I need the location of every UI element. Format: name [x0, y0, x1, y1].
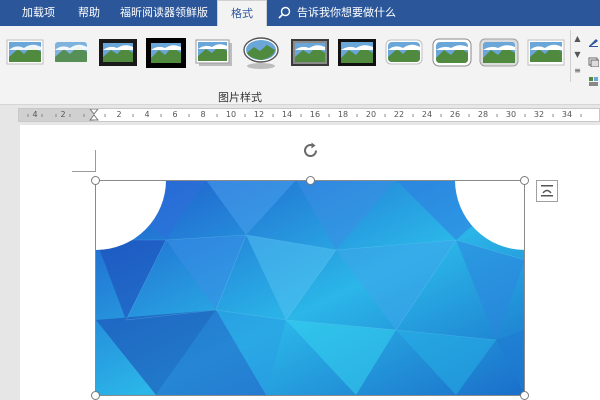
ruler-label: 22 — [393, 110, 405, 119]
picture-style-icon — [291, 39, 329, 66]
resize-handle-top-left[interactable] — [91, 176, 100, 185]
tab-foxit-reader[interactable]: 福昕阅读器领鲜版 — [120, 0, 220, 26]
picture-style-icon — [243, 37, 279, 69]
ruler-label: 12 — [253, 110, 265, 119]
ruler-label: 32 — [533, 110, 545, 119]
resize-handle-top-right[interactable] — [520, 176, 529, 185]
rotate-icon[interactable] — [301, 141, 320, 160]
picture-effects-icon[interactable] — [588, 52, 600, 68]
picture-style-beveled[interactable] — [478, 36, 520, 70]
picture-style-icon — [479, 38, 519, 67]
ruler-label: 20 — [365, 110, 377, 119]
picture-style-icon — [195, 39, 232, 66]
ruler-label: 34 — [561, 110, 573, 119]
ruler-label: 6 — [172, 110, 178, 119]
picture-style-metal-frame[interactable] — [289, 36, 331, 70]
ruler-label: 16 — [309, 110, 321, 119]
left-gutter — [0, 125, 20, 400]
ribbon-format: ▲ ▼ ≡ 图片样式 — [0, 26, 600, 105]
layout-options-icon[interactable] — [536, 180, 558, 202]
ribbon-tab-bar: 加载项 帮助 福昕阅读器领鲜版 格式 告诉我你想要做什么 — [0, 0, 600, 26]
tab-format[interactable]: 格式 — [217, 0, 267, 26]
picture-style-simple-gray[interactable] — [525, 36, 567, 70]
picture-style-icon — [338, 39, 376, 66]
selection-frame — [95, 180, 525, 396]
text-boundary-corner — [72, 150, 96, 172]
picture-tools — [586, 30, 600, 90]
picture-layout-icon[interactable] — [588, 72, 599, 86]
ruler-label: 4 — [144, 110, 150, 119]
down-arrow-icon[interactable]: ▼ — [573, 48, 582, 62]
picture-border-icon[interactable] — [588, 32, 599, 47]
ruler-label: 24 — [421, 110, 433, 119]
picture-style-drop-shadow[interactable] — [193, 36, 235, 70]
picture-style-icon — [55, 42, 87, 62]
picture-style-simple-frame[interactable] — [4, 36, 46, 70]
picture-style-oval-reflection[interactable] — [240, 36, 282, 70]
search-icon — [278, 6, 291, 19]
picture-style-icon — [385, 39, 423, 65]
tab-addins[interactable]: 加载项 — [22, 0, 62, 26]
picture-style-icon — [99, 39, 137, 66]
more-icon[interactable]: ≡ — [573, 64, 582, 78]
tell-me-text: 告诉我你想要做什么 — [297, 6, 396, 19]
ruler-label: 14 — [281, 110, 293, 119]
ruler-track[interactable]: 4 2 2 4 6 8 10 12 14 16 18 20 22 24 26 2… — [18, 108, 600, 122]
tab-help[interactable]: 帮助 — [78, 0, 104, 26]
picture-style-icon — [6, 39, 44, 65]
ruler-label: 26 — [449, 110, 461, 119]
group-label-picture-styles: 图片样式 — [218, 91, 262, 104]
ruler-label: 2 — [116, 110, 122, 119]
ruler-label: 2 — [60, 110, 66, 119]
picture-style-rounded-soft[interactable] — [383, 36, 425, 70]
ruler-label: 18 — [337, 110, 349, 119]
up-arrow-icon[interactable]: ▲ — [573, 32, 582, 46]
ruler-label: 30 — [505, 110, 517, 119]
picture-style-icon — [527, 39, 565, 66]
ruler-label: 4 — [32, 110, 38, 119]
indent-marker-icon[interactable] — [89, 109, 99, 121]
picture-style-rounded-frame[interactable] — [431, 36, 473, 70]
picture-style-icon — [432, 38, 472, 67]
ruler-label: 8 — [200, 110, 206, 119]
picture-style-thick-black-frame[interactable] — [97, 36, 139, 70]
gallery-scroll: ▲ ▼ ≡ — [570, 30, 583, 82]
ruler-label: 10 — [225, 110, 237, 119]
ruler-label: 28 — [477, 110, 489, 119]
picture-style-icon — [146, 38, 186, 68]
picture-style-soft-edge[interactable] — [50, 36, 92, 70]
resize-handle-top[interactable] — [306, 176, 315, 185]
resize-handle-bottom-left[interactable] — [91, 391, 100, 400]
picture-style-thin-black-frame[interactable] — [336, 36, 378, 70]
resize-handle-bottom-right[interactable] — [520, 391, 529, 400]
picture-style-black-border[interactable] — [145, 36, 187, 70]
horizontal-ruler: 4 2 2 4 6 8 10 12 14 16 18 20 22 24 26 2… — [0, 106, 600, 125]
